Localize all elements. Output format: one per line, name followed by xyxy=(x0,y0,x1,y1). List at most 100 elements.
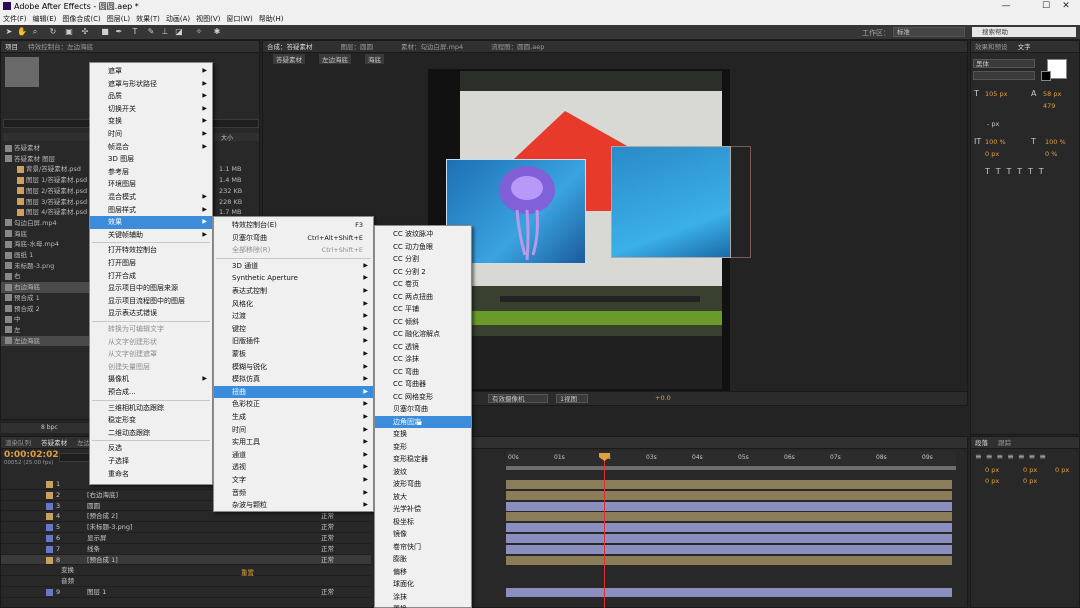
distort-effect-item[interactable]: 置换 xyxy=(375,603,471,608)
layer-blend-mode[interactable]: 正常 xyxy=(321,533,334,544)
ocean-right-layer[interactable] xyxy=(611,146,731,258)
minimize-button[interactable]: — xyxy=(992,0,1020,13)
distort-effect-item[interactable]: CC 动力鱼眼 xyxy=(375,241,471,254)
distort-effect-item[interactable]: 涂抹 xyxy=(375,591,471,604)
menu-item-4[interactable]: 效果(T) xyxy=(133,13,163,25)
layer-label-color[interactable] xyxy=(46,502,53,510)
effect-menu-item[interactable]: 音频 ▶ xyxy=(214,487,373,500)
breadcrumb-item-0[interactable]: 答疑素材 xyxy=(273,54,305,64)
context-menu-item[interactable]: 转换为可编辑文字 xyxy=(90,323,212,336)
effect-menu-item[interactable]: 色彩校正 ▶ xyxy=(214,398,373,411)
work-area-bar[interactable] xyxy=(506,466,956,470)
distort-effect-item[interactable]: 球面化 xyxy=(375,578,471,591)
context-menu-item[interactable]: 从文字创建遮罩 xyxy=(90,348,212,361)
distort-effect-item[interactable]: 变形稳定器 xyxy=(375,453,471,466)
distort-effect-item[interactable]: 光学补偿 xyxy=(375,503,471,516)
effect-menu-item[interactable]: 生成 ▶ xyxy=(214,411,373,424)
context-menu-item[interactable]: 效果 ▶ xyxy=(90,216,212,229)
distort-effect-item[interactable]: 偏移 xyxy=(375,566,471,579)
distort-effect-item[interactable]: 波纹 xyxy=(375,466,471,479)
context-menu-item[interactable]: 显示项目中的图层来源 xyxy=(90,282,212,295)
tab-comp-dayi[interactable]: 答疑素材 xyxy=(37,437,71,448)
context-menu-item[interactable]: 二维动态跟踪 xyxy=(90,427,212,440)
tsume-value[interactable]: 0 % xyxy=(1045,150,1057,158)
layer-blend-mode[interactable]: 正常 xyxy=(321,511,334,522)
effect-menu-item[interactable]: Synthetic Aperture ▶ xyxy=(214,272,373,285)
context-menu-item[interactable]: 关键帧辅助 ▶ xyxy=(90,229,212,242)
workspace-select[interactable]: 标准 xyxy=(893,27,965,37)
layer-label-color[interactable] xyxy=(46,545,53,553)
menu-item-8[interactable]: 帮助(H) xyxy=(256,13,287,25)
current-timecode[interactable]: 0:00:02:02 xyxy=(4,450,59,460)
distort-effect-item[interactable]: 变换 xyxy=(375,428,471,441)
context-menu-item[interactable]: 时间 ▶ xyxy=(90,128,212,141)
hand-tool-icon[interactable]: ✋ xyxy=(17,27,27,37)
distort-effect-item[interactable]: 镜像 xyxy=(375,528,471,541)
distort-effect-item[interactable]: 极坐标 xyxy=(375,516,471,529)
layer-duration-bar[interactable] xyxy=(506,544,952,554)
viewer-tab-1[interactable]: 图层：圆圆 xyxy=(337,41,378,52)
distort-effect-item[interactable]: 卷帘快门 xyxy=(375,541,471,554)
distort-effect-item[interactable]: CC 分割 xyxy=(375,253,471,266)
layer-label-color[interactable] xyxy=(46,567,53,574)
brush-tool-icon[interactable]: ✎ xyxy=(146,27,156,37)
menu-item-1[interactable]: 编辑(E) xyxy=(30,13,60,25)
tab-tracker-2[interactable]: 跟踪 xyxy=(994,437,1015,448)
layer-blend-mode[interactable]: 正常 xyxy=(321,587,334,598)
distort-effect-item[interactable]: CC 两点扭曲 xyxy=(375,291,471,304)
tracking-value[interactable]: 479 xyxy=(1043,102,1055,110)
context-menu-item[interactable]: 混合模式 ▶ xyxy=(90,191,212,204)
eraser-tool-icon[interactable]: ◪ xyxy=(174,27,184,37)
space-after-value[interactable]: 0 px xyxy=(1023,477,1037,485)
layer-duration-bar[interactable] xyxy=(506,534,952,543)
viewer-tab-2[interactable]: 素材：勾边白屏.mp4 xyxy=(397,41,467,52)
tab-character[interactable]: 文字 xyxy=(1014,41,1035,52)
camera-tool-icon[interactable]: ▣ xyxy=(64,27,74,37)
effect-menu-item[interactable]: 透视 ▶ xyxy=(214,461,373,474)
timeline-layer-row[interactable]: 音频 xyxy=(1,576,371,587)
effect-menu-item[interactable]: 通道 ▶ xyxy=(214,449,373,462)
effect-menu-item[interactable]: 3D 通道 ▶ xyxy=(214,260,373,273)
rectangle-tool-icon[interactable]: ■ xyxy=(100,27,110,37)
text-style-buttons[interactable]: TTTTTT xyxy=(985,167,1050,176)
distort-effect-item[interactable]: CC 卷页 xyxy=(375,278,471,291)
menu-item-7[interactable]: 窗口(W) xyxy=(223,13,255,25)
viewer-tab-3[interactable]: 流程图：圆圆.aep xyxy=(487,41,548,52)
layer-duration-bar[interactable] xyxy=(506,523,952,533)
timeline-layer-row[interactable]: 4 [预合成 2] 正常 xyxy=(1,511,371,523)
effect-menu-item[interactable]: 时间 ▶ xyxy=(214,424,373,437)
layer-label-color[interactable] xyxy=(46,524,53,532)
context-menu-item[interactable]: 从文字创建形状 xyxy=(90,336,212,349)
context-menu-item[interactable]: 遮罩与形状路径 ▶ xyxy=(90,78,212,91)
indent-right-value[interactable]: 0 px xyxy=(1023,466,1037,474)
effect-menu-item[interactable]: 键控 ▶ xyxy=(214,323,373,336)
effect-menu-item[interactable]: 全部移除(R) Ctrl+Shift+E xyxy=(214,244,373,257)
distort-effect-item[interactable]: CC 分割 2 xyxy=(375,266,471,279)
layer-label-color[interactable] xyxy=(46,589,53,596)
current-time-indicator[interactable] xyxy=(604,453,605,608)
menu-item-2[interactable]: 图像合成(C) xyxy=(59,13,103,25)
puppet-tool-icon[interactable]: ✱ xyxy=(212,27,222,37)
context-menu-item[interactable]: 图层样式 ▶ xyxy=(90,204,212,217)
distort-effect-item[interactable]: CC 平铺 xyxy=(375,303,471,316)
pan-tool-icon[interactable]: ✣ xyxy=(80,27,90,37)
context-menu-item[interactable]: 帧混合 ▶ xyxy=(90,141,212,154)
timeline-layer-row[interactable]: 9 图层 1 正常 xyxy=(1,587,371,598)
horizontal-scale-value[interactable]: 100 % xyxy=(1045,138,1066,146)
context-menu-item[interactable]: 环境图层 xyxy=(90,178,212,191)
menu-item-3[interactable]: 图层(L) xyxy=(104,13,133,25)
effect-menu-item[interactable]: 实用工具 ▶ xyxy=(214,436,373,449)
roto-tool-icon[interactable]: ✧ xyxy=(194,27,204,37)
distort-effect-item[interactable]: CC 网格变形 xyxy=(375,391,471,404)
stroke-color-swatch[interactable] xyxy=(1041,71,1051,81)
context-menu-item[interactable]: 3D 图层 xyxy=(90,153,212,166)
effect-menu-item[interactable]: 贝塞尔弯曲 Ctrl+Alt+Shift+E xyxy=(214,232,373,245)
tab-project[interactable]: 项目 xyxy=(1,41,22,52)
timeline-layer-row[interactable]: 8 [预合成 1] 正常 xyxy=(1,554,371,566)
effect-menu-item[interactable]: 扭曲 ▶ xyxy=(214,385,373,399)
context-menu-item[interactable]: 预合成... xyxy=(90,386,212,399)
vertical-scale-value[interactable]: 100 % xyxy=(985,138,1006,146)
effect-menu-item[interactable]: 模拟仿真 ▶ xyxy=(214,373,373,386)
layer-duration-bar[interactable] xyxy=(506,555,952,565)
effect-menu-item[interactable]: 过渡 ▶ xyxy=(214,310,373,323)
